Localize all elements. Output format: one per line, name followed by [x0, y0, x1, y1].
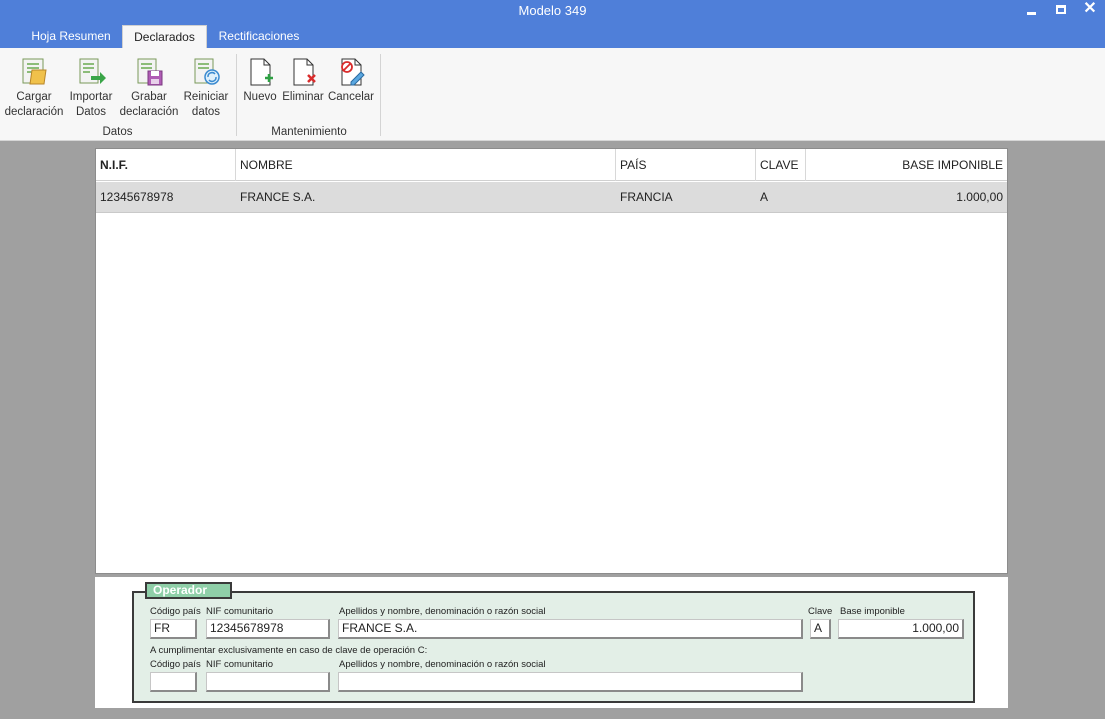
ribbon-separator-end: [380, 54, 381, 136]
maximize-icon: [1056, 5, 1066, 14]
close-button[interactable]: ✕: [1077, 0, 1103, 20]
tab-declarados[interactable]: Declarados: [122, 25, 207, 48]
new-button[interactable]: Nuevo: [241, 56, 279, 105]
label-nif-comunitario-2: NIF comunitario: [206, 659, 274, 670]
cell-base-imponible: 1.000,00: [956, 190, 1003, 204]
column-header-nif[interactable]: N.I.F.: [96, 149, 236, 181]
reset-data-button[interactable]: Reiniciar datos: [181, 56, 231, 120]
title-bar: Modelo 349 ✕: [0, 0, 1105, 24]
label-clave: Clave: [808, 606, 833, 617]
load-declaration-label-2: declaración: [4, 106, 64, 118]
clave-field[interactable]: A: [810, 619, 831, 639]
delete-document-icon: [293, 58, 316, 86]
clave-c-note: A cumplimentar exclusivamente en caso de…: [150, 645, 428, 656]
nif-comunitario-field-2[interactable]: [206, 672, 330, 692]
save-declaration-label-1: Grabar: [131, 91, 167, 103]
cell-nif: 12345678978: [100, 190, 174, 204]
save-declaration-icon: [137, 58, 163, 86]
reset-data-icon: [194, 58, 220, 85]
load-declaration-label-1: Cargar: [16, 91, 52, 103]
minimize-icon: [1026, 11, 1036, 15]
column-header-clave[interactable]: CLAVE: [756, 149, 806, 181]
import-data-label-2: Datos: [75, 106, 107, 118]
label-razon-social: Apellidos y nombre, denominación o razón…: [339, 606, 546, 617]
import-data-icon: [79, 58, 106, 84]
import-data-label-1: Importar: [69, 91, 113, 103]
minimize-button[interactable]: [1018, 0, 1044, 20]
label-nif-comunitario: NIF comunitario: [206, 606, 274, 617]
label-razon-social-2: Apellidos y nombre, denominación o razón…: [339, 659, 546, 670]
save-declaration-button[interactable]: Grabar declaración: [118, 56, 180, 120]
new-button-label: Nuevo: [243, 91, 277, 103]
load-declaration-button[interactable]: Cargar declaración: [3, 56, 65, 120]
reset-data-label-2: datos: [191, 106, 221, 118]
delete-button-label: Eliminar: [282, 91, 324, 103]
cell-clave: A: [760, 190, 769, 204]
tab-hoja-resumen[interactable]: Hoja Resumen: [22, 25, 120, 48]
column-header-nombre[interactable]: NOMBRE: [236, 149, 616, 181]
load-declaration-icon: [22, 58, 47, 85]
group-label-datos: Datos: [102, 126, 133, 138]
table-row[interactable]: 12345678978 FRANCE S.A. FRANCIA A 1.000,…: [96, 182, 1007, 213]
reset-data-label-1: Reiniciar: [183, 91, 229, 103]
cancel-button[interactable]: Cancelar: [327, 56, 375, 105]
column-header-pais[interactable]: PAÍS: [616, 149, 756, 181]
codigo-pais-field-2[interactable]: [150, 672, 197, 692]
cell-nombre: FRANCE S.A.: [240, 190, 316, 204]
window-title: Modelo 349: [518, 3, 587, 18]
cancel-edit-icon: [341, 58, 365, 86]
base-imponible-field[interactable]: 1.000,00: [838, 619, 964, 639]
tab-rectificaciones[interactable]: Rectificaciones: [210, 25, 308, 48]
codigo-pais-field[interactable]: FR: [150, 619, 197, 639]
razon-social-field[interactable]: FRANCE S.A.: [338, 619, 803, 639]
tab-strip: Hoja Resumen Declarados Rectificaciones: [0, 24, 1105, 48]
cancel-button-label: Cancelar: [327, 91, 375, 103]
save-declaration-label-2: declaración: [119, 106, 179, 118]
label-codigo-pais: Código país: [150, 606, 201, 617]
label-base-imponible: Base imponible: [840, 606, 905, 617]
new-document-icon: [250, 58, 273, 86]
grid-header: N.I.F. NOMBRE PAÍS CLAVE BASE IMPONIBLE: [96, 149, 1007, 181]
group-label-mantenimiento: Mantenimiento: [271, 126, 347, 138]
operator-legend: Operador: [145, 582, 232, 599]
cell-pais: FRANCIA: [620, 190, 673, 204]
ribbon: Cargar declaración Importar Datos Grabar…: [0, 48, 1105, 141]
label-codigo-pais-2: Código país: [150, 659, 201, 670]
column-header-base-imponible[interactable]: BASE IMPONIBLE: [806, 149, 1007, 181]
ribbon-separator: [236, 54, 237, 136]
razon-social-field-2[interactable]: [338, 672, 803, 692]
declarados-grid[interactable]: N.I.F. NOMBRE PAÍS CLAVE BASE IMPONIBLE …: [95, 148, 1008, 574]
import-data-button[interactable]: Importar Datos: [66, 56, 116, 120]
delete-button[interactable]: Eliminar: [281, 56, 325, 105]
maximize-button[interactable]: [1048, 0, 1074, 20]
nif-comunitario-field[interactable]: 12345678978: [206, 619, 330, 639]
